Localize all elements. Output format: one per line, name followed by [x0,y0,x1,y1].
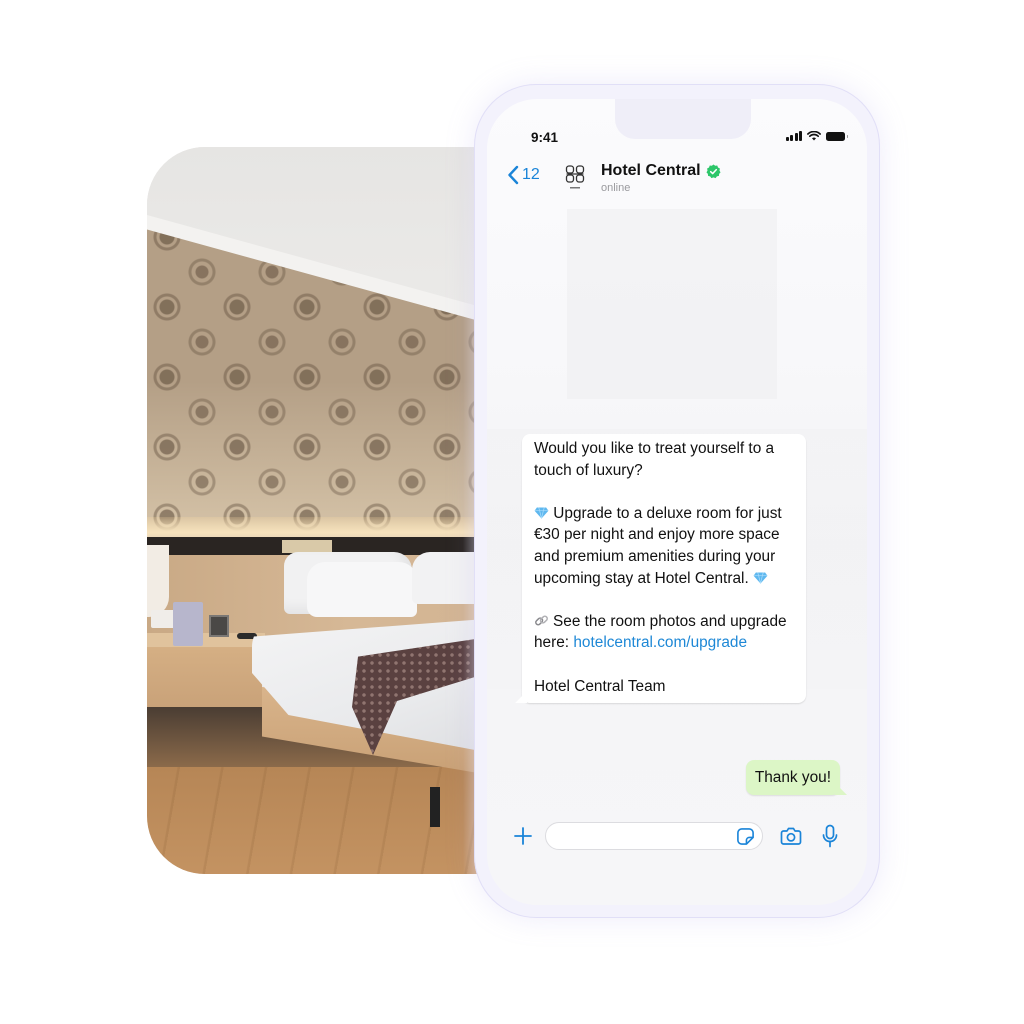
message-input-bar [487,821,867,851]
photo-lamp [147,545,169,617]
status-time: 9:41 [531,130,559,145]
contact-name[interactable]: Hotel Central [601,162,721,180]
photo-nightstand [147,637,262,707]
photo-menu-card [173,602,203,646]
incoming-message-bubble: Would you like to treat yourself to a to… [522,434,806,704]
back-button[interactable]: 12 [507,165,540,185]
hotel-room-photo [147,147,487,874]
message-paragraph: See the room photos and upgrade here: ho… [534,611,794,654]
background-ghost [567,209,777,399]
chat-header: 12 Hotel Central online [487,159,867,203]
message-text: Thank you! [754,769,831,786]
link-text: upgrade [690,634,748,652]
message-text: Upgrade to a deluxe room for just €30 pe… [534,504,782,587]
plus-icon[interactable] [513,826,533,846]
signal-icon [785,131,802,141]
link-text: hotelcentral.com/ [573,634,691,652]
message-signature: Hotel Central Team [534,677,666,695]
link-icon [535,615,548,626]
unread-count: 12 [522,166,540,183]
sticker-icon[interactable] [736,827,755,846]
photo-bed-leg [430,787,440,827]
upgrade-link[interactable]: hotelcentral.com/upgrade [573,634,747,651]
contact-status: online [601,182,631,194]
verified-badge-icon [706,163,721,178]
message-input[interactable] [545,822,763,850]
gem-icon [753,571,768,584]
camera-icon[interactable] [780,826,802,846]
battery-icon [826,131,848,141]
microphone-icon[interactable] [822,824,838,848]
phone-notch [615,99,751,139]
photo-pillow [307,562,417,617]
message-paragraph: Upgrade to a deluxe room for just €30 pe… [534,503,794,589]
gem-icon [534,507,549,519]
contact-name-text: Hotel Central [601,162,701,179]
wifi-icon [807,131,821,141]
phone-screen: 9:41 12 Hotel Central online Would you l… [487,99,867,905]
photo-light-strip [147,517,487,539]
message-paragraph: Would you like to treat yourself to a to… [534,440,775,479]
photo-picture-frame [209,615,229,637]
status-icons [785,131,848,141]
chevron-left-icon [508,165,519,185]
hotel-logo-icon[interactable] [563,163,587,193]
outgoing-message-bubble: Thank you! [745,760,840,795]
